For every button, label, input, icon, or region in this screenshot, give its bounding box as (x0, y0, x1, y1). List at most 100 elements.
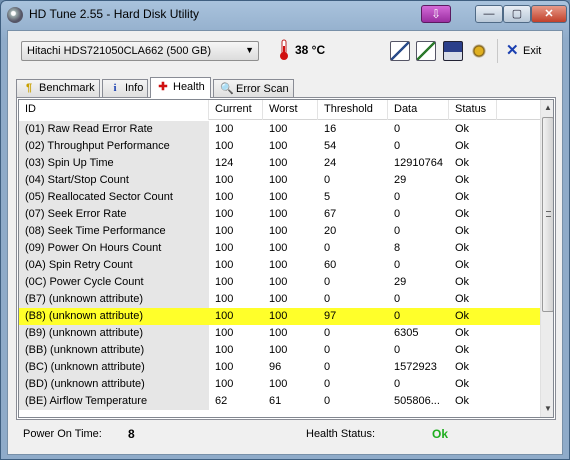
exit-button[interactable]: ✕ Exit (504, 41, 552, 61)
exit-icon: ✕ (506, 42, 519, 59)
raw-data-value: 0 (394, 208, 401, 220)
scroll-up-icon[interactable]: ▲ (541, 100, 553, 116)
scroll-down-icon[interactable]: ▼ (541, 401, 553, 417)
tab-error-scan[interactable]: 🔍 Error Scan (213, 79, 294, 98)
options-icon[interactable] (469, 41, 489, 61)
title-bar[interactable]: HD Tune 2.55 - Hard Disk Utility ⇩ — ▢ ✕ (1, 1, 569, 29)
thermometer-icon (280, 39, 288, 60)
threshold-value: 0 (324, 276, 331, 288)
table-row[interactable]: (01) Raw Read Error Rate 100 100 16 0 Ok (19, 121, 540, 138)
table-row[interactable]: (B9) (unknown attribute) 100 100 0 6305 Ok (19, 325, 540, 342)
status-value: Ok (455, 378, 470, 390)
table-row[interactable]: (07) Seek Error Rate 100 100 67 0 Ok (19, 206, 540, 223)
table-row[interactable]: (04) Start/Stop Count 100 100 0 29 Ok (19, 172, 540, 189)
worst-value: 100 (269, 327, 288, 339)
worst-value: 100 (269, 378, 288, 390)
column-header-threshold[interactable]: Threshold (318, 100, 388, 120)
status-value: Ok (455, 174, 470, 186)
worst-value: 100 (269, 225, 288, 237)
drive-dropdown-value: Hitachi HDS721050CLA662 (500 GB) (27, 45, 212, 57)
attribute-id: (04) Start/Stop Count (19, 172, 209, 189)
status-value: Ok (455, 276, 470, 288)
tab-benchmark[interactable]: ¶ Benchmark (16, 79, 100, 98)
current-value: 100 (215, 242, 234, 254)
worst-value: 100 (269, 157, 288, 169)
threshold-value: 24 (324, 157, 337, 169)
table-row[interactable]: (05) Reallocated Sector Count 100 100 5 0 Ok (19, 189, 540, 206)
worst-value: 100 (269, 310, 288, 322)
attribute-id: (02) Throughput Performance (19, 138, 209, 155)
worst-value: 100 (269, 259, 288, 271)
download-icon[interactable]: ⇩ (421, 5, 451, 23)
grip-icon (546, 211, 551, 217)
scroll-thumb[interactable] (542, 117, 553, 312)
attribute-id: (B7) (unknown attribute) (19, 291, 209, 308)
status-value: Ok (455, 140, 470, 152)
power-on-time-label: Power On Time: (23, 428, 102, 440)
copy-screenshot-icon[interactable] (416, 41, 436, 61)
column-header-current[interactable]: Current (209, 100, 263, 120)
current-value: 100 (215, 344, 234, 356)
attribute-id: (B8) (unknown attribute) (19, 308, 209, 325)
status-value: Ok (455, 310, 470, 322)
table-row[interactable]: (BD) (unknown attribute) 100 100 0 0 Ok (19, 376, 540, 393)
tab-label: Info (125, 82, 144, 94)
table-row[interactable]: (09) Power On Hours Count 100 100 0 8 Ok (19, 240, 540, 257)
table-row[interactable]: (BC) (unknown attribute) 100 96 0 1572923 Ok (19, 359, 540, 376)
maximize-button[interactable]: ▢ (503, 5, 531, 23)
tab-health[interactable]: ✚ Health (150, 77, 211, 98)
column-header-status[interactable]: Status (449, 100, 497, 120)
save-icon[interactable] (443, 41, 463, 61)
table-row[interactable]: (BB) (unknown attribute) 100 100 0 0 Ok (19, 342, 540, 359)
table-row[interactable]: (08) Seek Time Performance 100 100 20 0 Ok (19, 223, 540, 240)
worst-value: 100 (269, 140, 288, 152)
table-row[interactable]: (0C) Power Cycle Count 100 100 0 29 Ok (19, 274, 540, 291)
column-header-data[interactable]: Data (388, 100, 449, 120)
tab-info[interactable]: i Info (102, 79, 148, 98)
status-value: Ok (455, 123, 470, 135)
raw-data-value: 29 (394, 174, 407, 186)
raw-data-value: 0 (394, 344, 401, 356)
raw-data-value: 0 (394, 310, 401, 322)
status-value: Ok (455, 225, 470, 237)
column-header-id[interactable]: ID (19, 100, 209, 120)
health-cross-icon: ✚ (158, 81, 168, 93)
current-value: 100 (215, 310, 234, 322)
client-area: Hitachi HDS721050CLA662 (500 GB) ▼ 38 °C… (7, 30, 563, 455)
table-row[interactable]: (0A) Spin Retry Count 100 100 60 0 Ok (19, 257, 540, 274)
column-header-worst[interactable]: Worst (263, 100, 318, 120)
exit-label: Exit (523, 45, 542, 57)
copy-text-icon[interactable] (390, 41, 410, 61)
status-value: Ok (455, 344, 470, 356)
minimize-button[interactable]: — (475, 5, 503, 23)
health-status-label: Health Status: (306, 428, 376, 440)
attribute-id: (03) Spin Up Time (19, 155, 209, 172)
hdtune-app-icon[interactable] (7, 7, 23, 23)
current-value: 100 (215, 259, 234, 271)
smart-attribute-table[interactable]: ID Current Worst Threshold Data Status (… (18, 99, 554, 418)
raw-data-value: 0 (394, 191, 401, 203)
worst-value: 100 (269, 208, 288, 220)
vertical-scrollbar[interactable]: ▲ ▼ (540, 100, 553, 417)
drive-dropdown[interactable]: Hitachi HDS721050CLA662 (500 GB) ▼ (21, 41, 259, 61)
table-row[interactable]: (03) Spin Up Time 124 100 24 12910764 Ok (19, 155, 540, 172)
raw-data-value: 0 (394, 378, 401, 390)
current-value: 100 (215, 327, 234, 339)
attribute-id: (BB) (unknown attribute) (19, 342, 209, 359)
attribute-id: (0C) Power Cycle Count (19, 274, 209, 291)
table-row[interactable]: (BE) Airflow Temperature 62 61 0 505806... Ok (19, 393, 540, 410)
close-button[interactable]: ✕ (531, 5, 567, 23)
table-row[interactable]: (B8) (unknown attribute) 100 100 97 0 Ok (19, 308, 540, 325)
threshold-value: 16 (324, 123, 337, 135)
threshold-value: 0 (324, 242, 331, 254)
raw-data-value: 0 (394, 225, 401, 237)
table-row[interactable]: (B7) (unknown attribute) 100 100 0 0 Ok (19, 291, 540, 308)
attribute-id: (B9) (unknown attribute) (19, 325, 209, 342)
table-row[interactable]: (02) Throughput Performance 100 100 54 0 Ok (19, 138, 540, 155)
current-value: 100 (215, 378, 234, 390)
status-value: Ok (455, 191, 470, 203)
current-value: 100 (215, 123, 234, 135)
app-window: HD Tune 2.55 - Hard Disk Utility ⇩ — ▢ ✕… (0, 0, 570, 460)
worst-value: 100 (269, 242, 288, 254)
raw-data-value: 0 (394, 293, 401, 305)
